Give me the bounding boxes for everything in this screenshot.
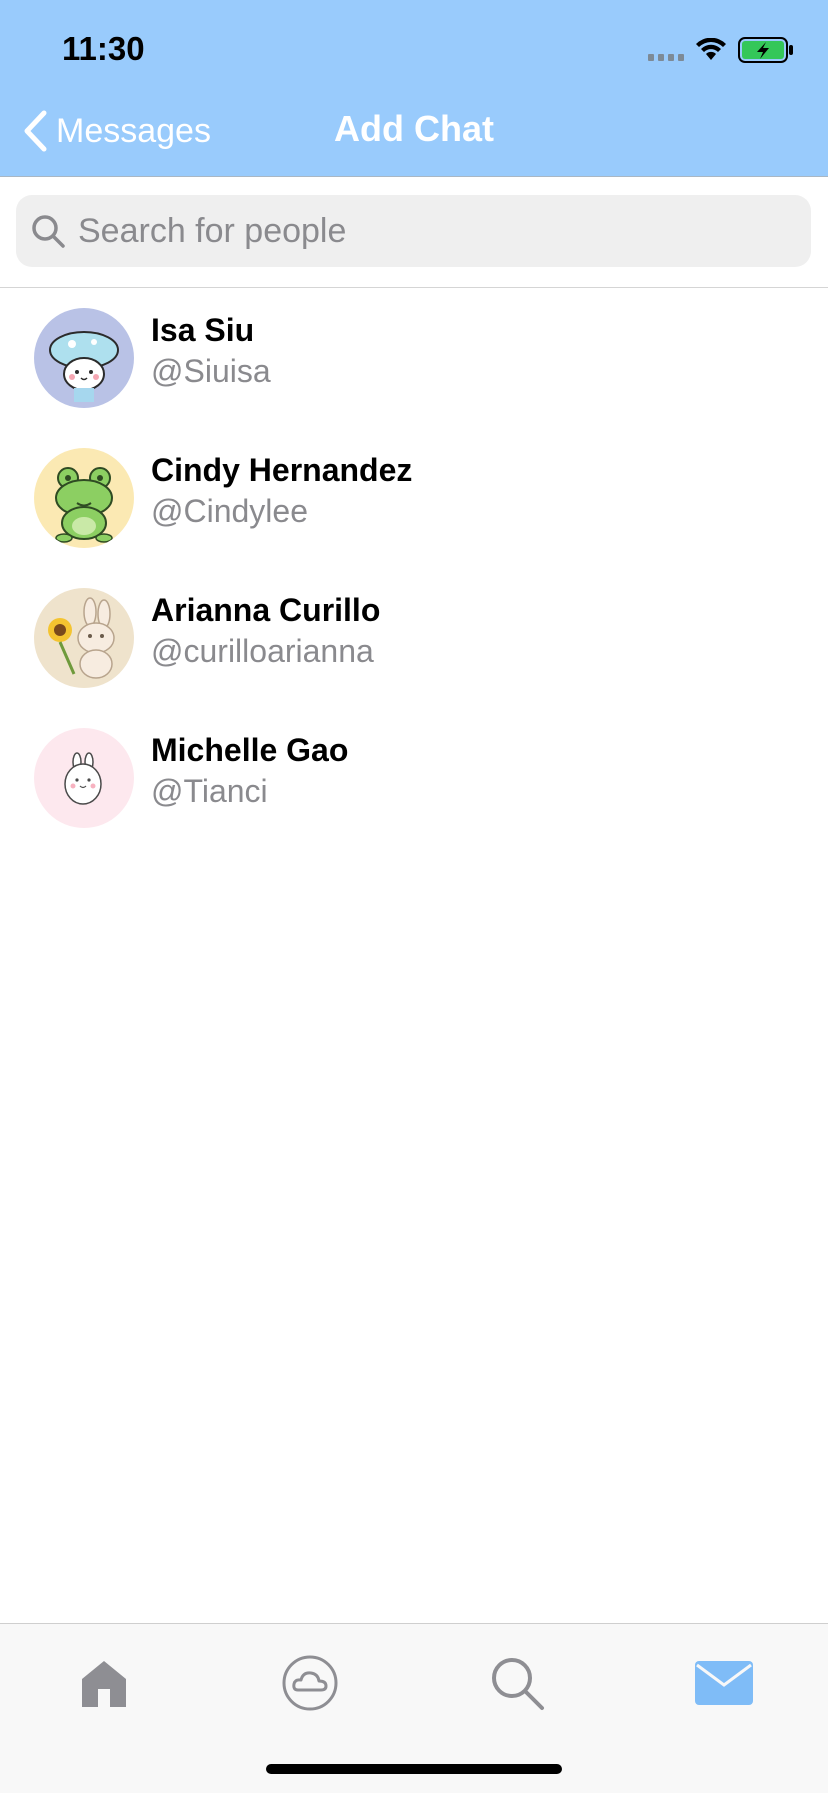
avatar — [34, 448, 134, 548]
status-icons — [648, 36, 794, 64]
person-handle: @Siuisa — [151, 353, 271, 389]
person-handle: @Cindylee — [151, 493, 308, 529]
cellular-signal-icon — [648, 39, 684, 61]
cloud-icon — [282, 1655, 338, 1711]
search-icon — [32, 215, 65, 248]
frog-character-icon — [34, 448, 134, 548]
wifi-icon — [696, 38, 726, 60]
people-list: Isa Siu @Siuisa Cindy Hernandez @Cindyle… — [0, 290, 828, 850]
person-handle: @curilloarianna — [151, 633, 374, 669]
search-icon — [492, 1658, 544, 1710]
person-row[interactable]: Michelle Gao @Tianci — [0, 710, 828, 850]
person-name: Cindy Hernandez — [151, 452, 413, 488]
person-name: Michelle Gao — [151, 732, 349, 768]
person-handle: @Tianci — [151, 773, 268, 809]
search-section — [0, 177, 828, 288]
person-row[interactable]: Arianna Curillo @curilloarianna — [0, 570, 828, 710]
tab-home[interactable] — [64, 1648, 144, 1718]
status-time: 11:30 — [62, 30, 145, 67]
molang-character-icon — [34, 728, 134, 828]
tab-search[interactable] — [477, 1648, 557, 1718]
battery-charging-icon — [738, 37, 793, 63]
home-indicator — [266, 1764, 562, 1774]
search-input[interactable] — [76, 210, 780, 252]
tab-cloud[interactable] — [270, 1648, 350, 1718]
mail-icon — [695, 1661, 753, 1705]
avatar — [34, 728, 134, 828]
person-name: Arianna Curillo — [151, 592, 381, 628]
tab-messages[interactable] — [684, 1648, 764, 1718]
person-name: Isa Siu — [151, 312, 255, 348]
avatar — [34, 588, 134, 688]
back-button[interactable]: Messages — [22, 108, 211, 154]
mushroom-character-icon — [34, 308, 134, 408]
person-row[interactable]: Isa Siu @Siuisa — [0, 290, 828, 430]
chevron-left-icon — [24, 110, 47, 152]
home-icon — [82, 1661, 126, 1707]
avatar — [34, 308, 134, 408]
back-button-label: Messages — [56, 111, 211, 150]
navigation-header: 11:30 Messages Add Chat — [0, 0, 828, 177]
search-bar[interactable] — [16, 195, 811, 267]
bunny-sunflower-icon — [34, 588, 134, 688]
person-row[interactable]: Cindy Hernandez @Cindylee — [0, 430, 828, 570]
